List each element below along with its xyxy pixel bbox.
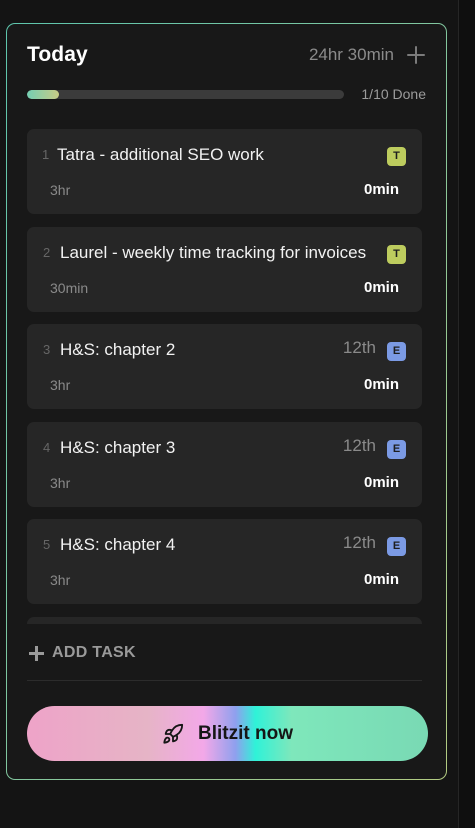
task-card[interactable]: 5 H&S: chapter 4 12th E 3hr 0min: [27, 519, 422, 604]
task-due-date: 12th: [342, 338, 376, 357]
add-task-label: ADD TASK: [52, 644, 136, 661]
task-name: H&S: chapter 3: [60, 438, 176, 457]
panel-header: Today 24hr 30min: [27, 40, 426, 70]
task-card[interactable]: 3 H&S: chapter 2 12th E 3hr 0min: [27, 324, 422, 409]
progress-row: 1/10 Done: [27, 84, 426, 104]
plus-icon: [29, 645, 44, 661]
task-name: Tatra - additional SEO work: [57, 145, 264, 164]
task-estimate: 3hr: [50, 182, 71, 198]
task-number: 2: [43, 245, 51, 260]
task-time-spent: 0min: [363, 181, 399, 198]
task-time-spent: 0min: [363, 571, 399, 588]
task-due-date: 12th: [342, 436, 376, 455]
adjacent-panel-edge: [458, 0, 475, 828]
task-due-date: 12th: [342, 533, 376, 552]
task-name: Laurel - weekly time tracking for invoic…: [60, 243, 367, 262]
blitzit-now-button[interactable]: Blitzit now: [27, 706, 428, 761]
task-name: H&S: chapter 2: [60, 340, 176, 359]
progress-label: 1/10 Done: [361, 86, 426, 102]
task-tag-badge: E: [387, 342, 406, 361]
task-estimate: 3hr: [50, 377, 71, 393]
panel-divider-line: [458, 0, 459, 828]
task-card[interactable]: 4 H&S: chapter 3 12th E 3hr 0min: [27, 422, 422, 507]
task-tag-badge: T: [387, 245, 406, 264]
total-time: 24hr 30min: [308, 45, 394, 64]
task-name: H&S: chapter 4: [60, 535, 176, 554]
task-list: 1 Tatra - additional SEO work T 3hr 0min…: [27, 129, 422, 624]
task-time-spent: 0min: [363, 474, 399, 491]
task-estimate: 3hr: [50, 475, 71, 491]
task-number: 1: [42, 147, 50, 162]
task-estimate: 30min: [50, 280, 89, 296]
progress-fill: [27, 89, 59, 99]
task-number: 5: [43, 537, 51, 552]
divider: [27, 680, 422, 681]
task-card[interactable]: 1 Tatra - additional SEO work T 3hr 0min: [27, 129, 422, 214]
add-task-button[interactable]: ADD TASK: [29, 642, 136, 664]
task-tag-badge: T: [387, 147, 406, 166]
panel-title: Today: [27, 43, 88, 66]
task-card-partial[interactable]: [27, 617, 422, 624]
task-time-spent: 0min: [363, 376, 399, 393]
task-card[interactable]: 2 Laurel - weekly time tracking for invo…: [27, 227, 422, 312]
task-time-spent: 0min: [363, 279, 399, 296]
blitzit-now-label: Blitzit now: [198, 722, 293, 744]
task-estimate: 3hr: [50, 572, 71, 588]
task-number: 3: [43, 342, 51, 357]
header-right: 24hr 30min: [309, 45, 426, 65]
task-number: 4: [43, 440, 51, 455]
task-tag-badge: E: [387, 440, 406, 459]
plus-icon[interactable]: [406, 45, 426, 65]
task-tag-badge: E: [387, 537, 406, 556]
rocket-icon: [163, 723, 184, 744]
today-panel: Today 24hr 30min 1/10 Done 1 Tatra - add…: [6, 23, 447, 780]
progress-bar: [27, 89, 344, 99]
